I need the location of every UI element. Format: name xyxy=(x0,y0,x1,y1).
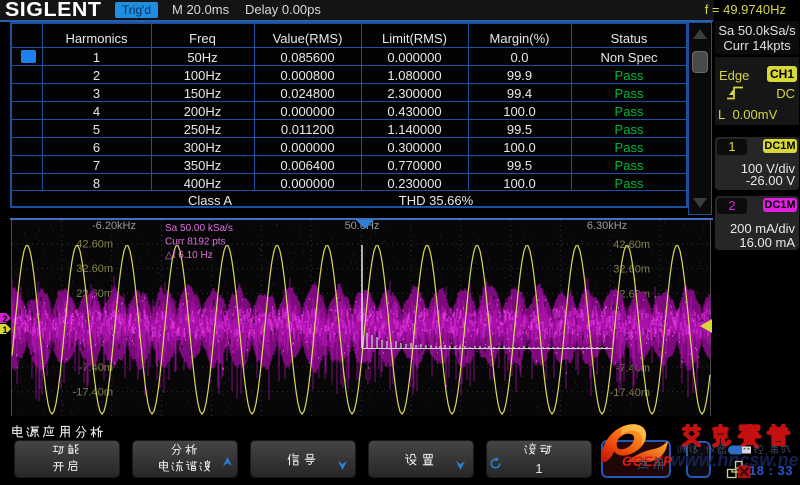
svg-text:-17.40m: -17.40m xyxy=(610,387,650,399)
svg-text:-6.20kHz: -6.20kHz xyxy=(92,220,136,232)
svg-text:Curr 8192 pts: Curr 8192 pts xyxy=(165,237,226,248)
svg-text:42.60m: 42.60m xyxy=(613,239,650,251)
svg-text:2: 2 xyxy=(3,314,8,324)
svg-text:6.30kHz: 6.30kHz xyxy=(587,220,627,232)
svg-text:△f 6.10 Hz: △f 6.10 Hz xyxy=(165,250,213,261)
svg-text:32.60m: 32.60m xyxy=(613,264,650,276)
svg-text:Sa 50.00 kSa/s: Sa 50.00 kSa/s xyxy=(165,223,233,234)
svg-text:1: 1 xyxy=(3,325,8,335)
svg-text:42.60m: 42.60m xyxy=(76,239,113,251)
